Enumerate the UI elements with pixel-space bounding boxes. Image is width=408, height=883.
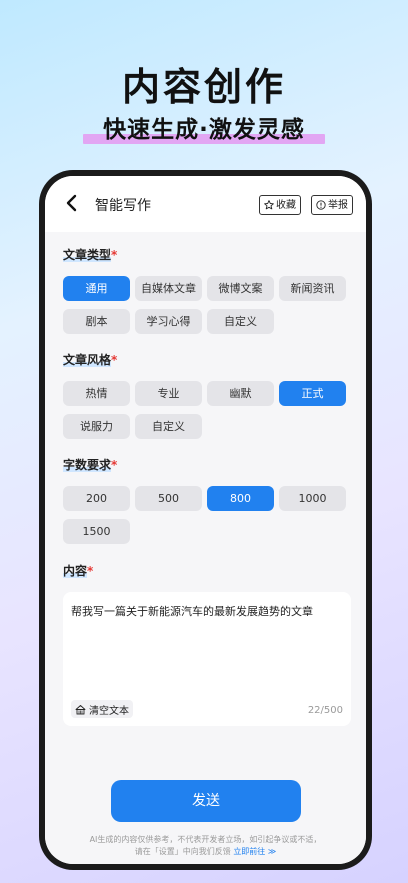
length-option-800[interactable]: 800 xyxy=(207,486,274,511)
disclaimer-line-1: AI生成的内容仅供参考，不代表开发者立场，如引起争议或不适， xyxy=(89,835,322,844)
word-count-label-text: 字数要求 xyxy=(63,458,112,472)
article-style-label-text: 文章风格 xyxy=(63,353,112,367)
form-content: 文章类型* 通用 自媒体文章 微博文案 新闻资讯 剧本 学习心得 自定义 文章风… xyxy=(45,232,366,864)
phone-frame: 智能写作 收藏 举报 文章类型* 通用 自媒体文章 微博文案 新闻资讯 剧本 学… xyxy=(39,170,372,870)
content-label-highlight: 内容 xyxy=(63,562,88,579)
length-option-1500[interactable]: 1500 xyxy=(63,519,130,544)
type-option-weibo[interactable]: 微博文案 xyxy=(207,276,274,301)
type-option-study-notes[interactable]: 学习心得 xyxy=(135,309,202,334)
report-button[interactable]: 举报 xyxy=(311,195,353,215)
phone-screen: 智能写作 收藏 举报 文章类型* 通用 自媒体文章 微博文案 新闻资讯 剧本 学… xyxy=(45,176,366,864)
report-label: 举报 xyxy=(328,199,348,211)
type-option-custom[interactable]: 自定义 xyxy=(207,309,274,334)
style-option-persuasive[interactable]: 说服力 xyxy=(63,414,130,439)
alert-icon xyxy=(316,200,326,210)
content-label-text: 内容 xyxy=(63,564,88,578)
page-title: 智能写作 xyxy=(95,198,151,214)
content-textarea[interactable]: 帮我写一篇关于新能源汽车的最新发展趋势的文章 清空文本 22/500 xyxy=(63,592,351,726)
clear-icon xyxy=(75,704,86,714)
article-type-label-text: 文章类型 xyxy=(63,248,112,262)
send-button[interactable]: 发送 xyxy=(111,780,301,822)
style-option-custom[interactable]: 自定义 xyxy=(135,414,202,439)
hero-subtitle-wrap: 快速生成·激发灵感 xyxy=(0,110,408,144)
disclaimer-line-2: 请在「设置」中向我们反馈 立即前往 ≫ xyxy=(57,846,354,858)
required-mark: * xyxy=(87,564,94,578)
word-count-label: 字数要求* xyxy=(63,456,117,473)
star-icon xyxy=(264,200,274,210)
clear-text-button[interactable]: 清空文本 xyxy=(71,700,133,718)
type-option-general[interactable]: 通用 xyxy=(63,276,130,301)
style-option-humorous[interactable]: 幽默 xyxy=(207,381,274,406)
word-count-label-highlight: 字数要求 xyxy=(63,456,112,473)
type-option-news[interactable]: 新闻资讯 xyxy=(279,276,346,301)
content-text-value[interactable]: 帮我写一篇关于新能源汽车的最新发展趋势的文章 xyxy=(71,604,343,620)
top-bar: 智能写作 收藏 举报 xyxy=(45,176,366,232)
style-option-formal[interactable]: 正式 xyxy=(279,381,346,406)
length-option-1000[interactable]: 1000 xyxy=(279,486,346,511)
content-label: 内容* xyxy=(63,562,93,579)
length-option-200[interactable]: 200 xyxy=(63,486,130,511)
favorite-button[interactable]: 收藏 xyxy=(259,195,301,215)
hero-subtitle: 快速生成·激发灵感 xyxy=(83,110,325,144)
style-option-professional[interactable]: 专业 xyxy=(135,381,202,406)
hero-title: 内容创作 xyxy=(121,65,286,109)
type-option-script[interactable]: 剧本 xyxy=(63,309,130,334)
length-option-500[interactable]: 500 xyxy=(135,486,202,511)
disclaimer: AI生成的内容仅供参考，不代表开发者立场，如引起争议或不适， 请在「设置」中向我… xyxy=(57,834,354,858)
favorite-label: 收藏 xyxy=(276,199,296,211)
required-mark: * xyxy=(111,248,118,262)
article-style-label: 文章风格* xyxy=(63,351,117,368)
clear-text-label: 清空文本 xyxy=(89,705,129,717)
style-option-passionate[interactable]: 热情 xyxy=(63,381,130,406)
go-now-link[interactable]: 立即前往 ≫ xyxy=(233,847,276,856)
disclaimer-line-2-text: 请在「设置」中向我们反馈 xyxy=(134,847,231,856)
article-type-label: 文章类型* xyxy=(63,246,117,263)
required-mark: * xyxy=(111,353,118,367)
back-arrow-icon[interactable] xyxy=(63,194,81,212)
char-counter: 22/500 xyxy=(307,705,343,716)
article-style-label-highlight: 文章风格 xyxy=(63,351,112,368)
required-mark: * xyxy=(111,458,118,472)
type-option-self-media[interactable]: 自媒体文章 xyxy=(135,276,202,301)
article-type-label-highlight: 文章类型 xyxy=(63,246,112,263)
